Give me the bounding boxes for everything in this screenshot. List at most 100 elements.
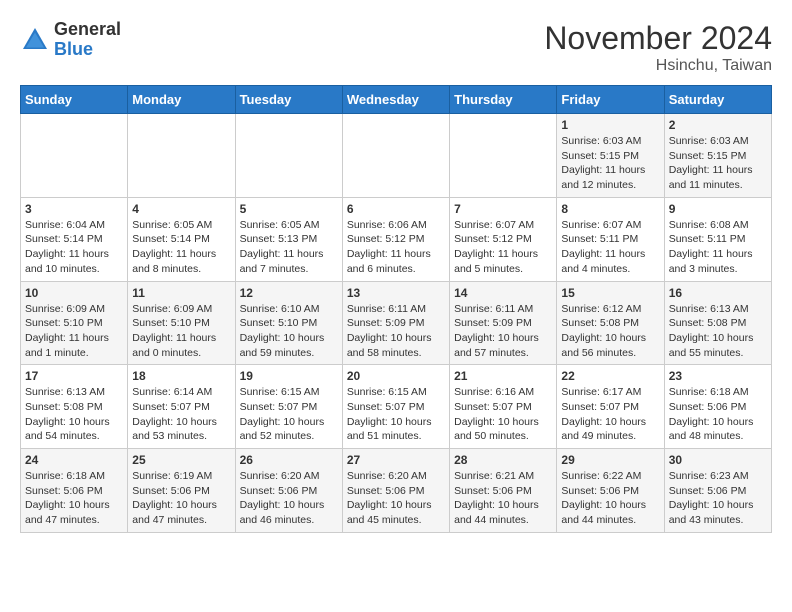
day-info: Sunrise: 6:11 AM Sunset: 5:09 PM Dayligh… (347, 302, 445, 361)
calendar-cell: 21 Sunrise: 6:16 AM Sunset: 5:07 PM Dayli… (450, 365, 557, 449)
day-info: Sunrise: 6:22 AM Sunset: 5:06 PM Dayligh… (561, 469, 659, 528)
day-number: 27 (347, 453, 445, 467)
day-number: 17 (25, 369, 123, 383)
calendar-cell: 29Sunrise: 6:22 AM Sunset: 5:06 PM Dayli… (557, 449, 664, 533)
day-number: 14 (454, 286, 552, 300)
day-info: Sunrise: 6:19 AM Sunset: 5:06 PM Dayligh… (132, 469, 230, 528)
logo: General Blue (20, 20, 121, 60)
day-number: 28 (454, 453, 552, 467)
month-title: November 2024 (544, 20, 772, 57)
calendar-cell: 7 Sunrise: 6:07 AM Sunset: 5:12 PM Daylig… (450, 197, 557, 281)
day-info: Sunrise: 6:17 AM Sunset: 5:07 PM Dayligh… (561, 385, 659, 444)
day-number: 19 (240, 369, 338, 383)
calendar-cell: 24Sunrise: 6:18 AM Sunset: 5:06 PM Dayli… (21, 449, 128, 533)
day-number: 26 (240, 453, 338, 467)
day-number: 18 (132, 369, 230, 383)
day-info: Sunrise: 6:09 AM Sunset: 5:10 PM Dayligh… (25, 302, 123, 361)
calendar-cell: 28 Sunrise: 6:21 AM Sunset: 5:06 PM Dayli… (450, 449, 557, 533)
day-number: 7 (454, 202, 552, 216)
calendar-cell (450, 114, 557, 198)
weekday-header-wednesday: Wednesday (342, 86, 449, 114)
calendar-cell: 20Sunrise: 6:15 AM Sunset: 5:07 PM Dayli… (342, 365, 449, 449)
calendar-cell (342, 114, 449, 198)
day-info: Sunrise: 6:20 AM Sunset: 5:06 PM Dayligh… (347, 469, 445, 528)
day-number: 12 (240, 286, 338, 300)
day-info: Sunrise: 6:23 AM Sunset: 5:06 PM Dayligh… (669, 469, 767, 528)
weekday-header-sunday: Sunday (21, 86, 128, 114)
day-info: Sunrise: 6:15 AM Sunset: 5:07 PM Dayligh… (240, 385, 338, 444)
calendar-cell: 3 Sunrise: 6:04 AM Sunset: 5:14 PM Daylig… (21, 197, 128, 281)
day-info: Sunrise: 6:05 AM Sunset: 5:14 PM Dayligh… (132, 218, 230, 277)
calendar-cell: 19 Sunrise: 6:15 AM Sunset: 5:07 PM Dayli… (235, 365, 342, 449)
day-number: 5 (240, 202, 338, 216)
day-info: Sunrise: 6:04 AM Sunset: 5:14 PM Dayligh… (25, 218, 123, 277)
calendar-cell: 8 Sunrise: 6:07 AM Sunset: 5:11 PM Daylig… (557, 197, 664, 281)
logo-text: General Blue (54, 20, 121, 60)
weekday-header-friday: Friday (557, 86, 664, 114)
calendar-cell: 22 Sunrise: 6:17 AM Sunset: 5:07 PM Dayli… (557, 365, 664, 449)
page-header: General Blue November 2024 Hsinchu, Taiw… (20, 20, 772, 75)
day-number: 15 (561, 286, 659, 300)
day-info: Sunrise: 6:09 AM Sunset: 5:10 PM Dayligh… (132, 302, 230, 361)
calendar-cell: 14 Sunrise: 6:11 AM Sunset: 5:09 PM Dayli… (450, 281, 557, 365)
day-number: 11 (132, 286, 230, 300)
day-number: 1 (561, 118, 659, 132)
day-number: 30 (669, 453, 767, 467)
day-info: Sunrise: 6:07 AM Sunset: 5:11 PM Dayligh… (561, 218, 659, 277)
day-number: 13 (347, 286, 445, 300)
day-number: 6 (347, 202, 445, 216)
day-info: Sunrise: 6:11 AM Sunset: 5:09 PM Dayligh… (454, 302, 552, 361)
day-info: Sunrise: 6:06 AM Sunset: 5:12 PM Dayligh… (347, 218, 445, 277)
logo-line1: General (54, 20, 121, 40)
day-number: 21 (454, 369, 552, 383)
day-number: 24 (25, 453, 123, 467)
day-info: Sunrise: 6:15 AM Sunset: 5:07 PM Dayligh… (347, 385, 445, 444)
day-info: Sunrise: 6:07 AM Sunset: 5:12 PM Dayligh… (454, 218, 552, 277)
calendar-cell: 4 Sunrise: 6:05 AM Sunset: 5:14 PM Daylig… (128, 197, 235, 281)
calendar-cell: 15 Sunrise: 6:12 AM Sunset: 5:08 PM Dayli… (557, 281, 664, 365)
day-number: 25 (132, 453, 230, 467)
day-info: Sunrise: 6:14 AM Sunset: 5:07 PM Dayligh… (132, 385, 230, 444)
day-number: 3 (25, 202, 123, 216)
day-number: 10 (25, 286, 123, 300)
day-number: 23 (669, 369, 767, 383)
calendar-cell: 6 Sunrise: 6:06 AM Sunset: 5:12 PM Daylig… (342, 197, 449, 281)
day-number: 8 (561, 202, 659, 216)
calendar-week-5: 24Sunrise: 6:18 AM Sunset: 5:06 PM Dayli… (21, 449, 772, 533)
weekday-header-saturday: Saturday (664, 86, 771, 114)
day-info: Sunrise: 6:12 AM Sunset: 5:08 PM Dayligh… (561, 302, 659, 361)
calendar-week-1: 1 Sunrise: 6:03 AM Sunset: 5:15 PM Daylig… (21, 114, 772, 198)
day-info: Sunrise: 6:10 AM Sunset: 5:10 PM Dayligh… (240, 302, 338, 361)
calendar-cell: 9Sunrise: 6:08 AM Sunset: 5:11 PM Daylig… (664, 197, 771, 281)
calendar-cell (128, 114, 235, 198)
weekday-header-monday: Monday (128, 86, 235, 114)
day-number: 22 (561, 369, 659, 383)
calendar-cell: 12 Sunrise: 6:10 AM Sunset: 5:10 PM Dayli… (235, 281, 342, 365)
calendar-cell (21, 114, 128, 198)
calendar-cell: 23Sunrise: 6:18 AM Sunset: 5:06 PM Dayli… (664, 365, 771, 449)
calendar-body: 1 Sunrise: 6:03 AM Sunset: 5:15 PM Daylig… (21, 114, 772, 533)
calendar-week-3: 10 Sunrise: 6:09 AM Sunset: 5:10 PM Dayli… (21, 281, 772, 365)
day-number: 2 (669, 118, 767, 132)
calendar-cell (235, 114, 342, 198)
day-number: 16 (669, 286, 767, 300)
title-block: November 2024 Hsinchu, Taiwan (544, 20, 772, 75)
calendar-week-2: 3 Sunrise: 6:04 AM Sunset: 5:14 PM Daylig… (21, 197, 772, 281)
calendar-cell: 11 Sunrise: 6:09 AM Sunset: 5:10 PM Dayli… (128, 281, 235, 365)
calendar-cell: 1 Sunrise: 6:03 AM Sunset: 5:15 PM Daylig… (557, 114, 664, 198)
location-subtitle: Hsinchu, Taiwan (544, 57, 772, 75)
day-info: Sunrise: 6:05 AM Sunset: 5:13 PM Dayligh… (240, 218, 338, 277)
calendar-cell: 27 Sunrise: 6:20 AM Sunset: 5:06 PM Dayli… (342, 449, 449, 533)
day-number: 4 (132, 202, 230, 216)
calendar-cell: 26Sunrise: 6:20 AM Sunset: 5:06 PM Dayli… (235, 449, 342, 533)
calendar-cell: 18 Sunrise: 6:14 AM Sunset: 5:07 PM Dayli… (128, 365, 235, 449)
day-info: Sunrise: 6:03 AM Sunset: 5:15 PM Dayligh… (669, 134, 767, 193)
weekday-header-thursday: Thursday (450, 86, 557, 114)
day-info: Sunrise: 6:16 AM Sunset: 5:07 PM Dayligh… (454, 385, 552, 444)
logo-line2: Blue (54, 40, 121, 60)
day-info: Sunrise: 6:21 AM Sunset: 5:06 PM Dayligh… (454, 469, 552, 528)
day-info: Sunrise: 6:03 AM Sunset: 5:15 PM Dayligh… (561, 134, 659, 193)
day-number: 9 (669, 202, 767, 216)
calendar-cell: 5 Sunrise: 6:05 AM Sunset: 5:13 PM Daylig… (235, 197, 342, 281)
weekday-header-tuesday: Tuesday (235, 86, 342, 114)
